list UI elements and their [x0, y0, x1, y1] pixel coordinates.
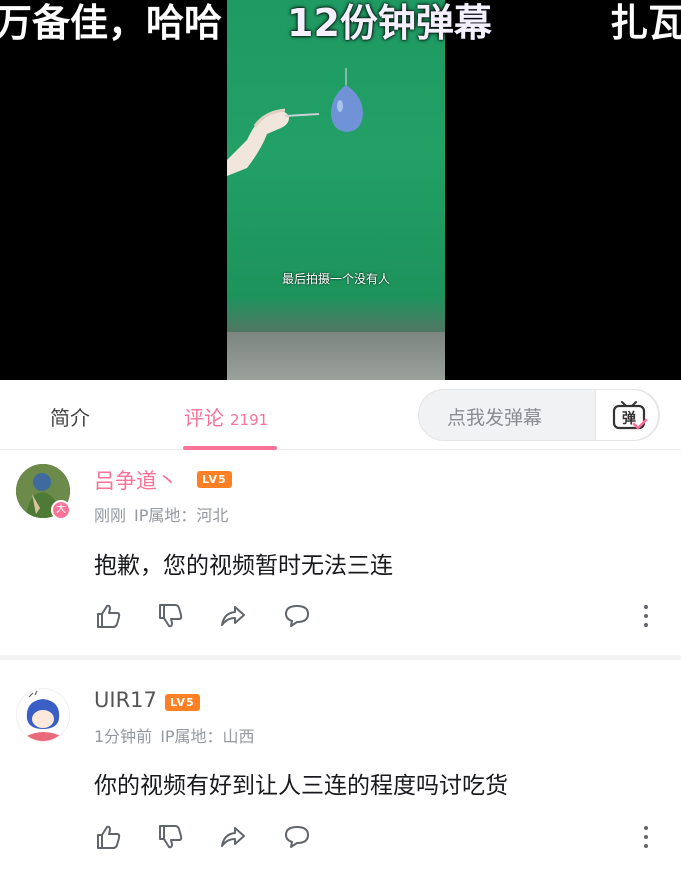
share-icon[interactable]	[219, 602, 247, 630]
reply-icon[interactable]	[283, 823, 311, 851]
level-badge: LV5	[165, 694, 200, 711]
comment-item: UIR17 LV5 1分钟前 IP属地：山西 你的视频有好到让人三连的程度吗讨吃货	[0, 660, 681, 880]
danmaku-tv-icon: 弹	[612, 401, 648, 430]
tab-bar: 简介 评论 2191 点我发弹幕 弹	[0, 380, 681, 450]
tab-comments[interactable]: 评论 2191	[184, 402, 268, 431]
video-subtitle: 最后拍摄一个没有人	[281, 272, 390, 286]
like-icon[interactable]	[94, 823, 122, 851]
video-frame	[227, 0, 445, 380]
comment-username[interactable]: 吕争道丶	[94, 465, 178, 495]
danmaku-comment: 12份钟弹幕	[287, 1, 492, 45]
share-icon[interactable]	[219, 823, 247, 851]
dislike-icon[interactable]	[156, 823, 184, 851]
danmaku-comment: 万备佳，哈哈	[0, 1, 223, 45]
reply-icon[interactable]	[283, 602, 311, 630]
level-badge: LV5	[197, 471, 232, 488]
like-icon[interactable]	[94, 602, 122, 630]
comment-item: 大 吕争道丶 LV5 刚刚 IP属地：河北 抱歉，您的视频暂时无法三连	[0, 450, 681, 655]
comment-ip: IP属地：河北	[134, 506, 229, 525]
danmaku-input-placeholder: 点我发弹幕	[447, 407, 543, 429]
comment-username[interactable]: UIR17	[94, 688, 157, 712]
comment-ip: IP属地：山西	[160, 727, 255, 746]
tab-comments-label: 评论	[184, 406, 224, 430]
more-options-icon[interactable]	[640, 823, 652, 851]
vip-badge: 大	[51, 500, 71, 520]
video-player[interactable]: 万备佳，哈哈 12份钟弹幕 扎瓦 最后拍摄一个没有人	[0, 0, 681, 380]
dislike-icon[interactable]	[156, 602, 184, 630]
danmaku-toggle-button[interactable]: 弹	[595, 389, 659, 441]
video-floor	[227, 332, 445, 380]
avatar[interactable]	[16, 688, 70, 742]
comment-time: 1分钟前	[94, 727, 153, 746]
danmaku-comment: 扎瓦	[610, 1, 681, 45]
comment-time: 刚刚	[94, 506, 127, 525]
comment-meta: 刚刚 IP属地：河北	[94, 502, 228, 526]
more-options-icon[interactable]	[640, 602, 652, 630]
comment-text: 你的视频有好到让人三连的程度吗讨吃货	[94, 773, 508, 799]
comment-text: 抱歉，您的视频暂时无法三连	[94, 553, 393, 579]
danmaku-input[interactable]: 点我发弹幕 弹	[418, 389, 660, 441]
tab-intro[interactable]: 简介	[50, 402, 90, 431]
comment-meta: 1分钟前 IP属地：山西	[94, 723, 255, 747]
comments-count: 2191	[230, 411, 269, 429]
avatar-image	[17, 689, 69, 741]
